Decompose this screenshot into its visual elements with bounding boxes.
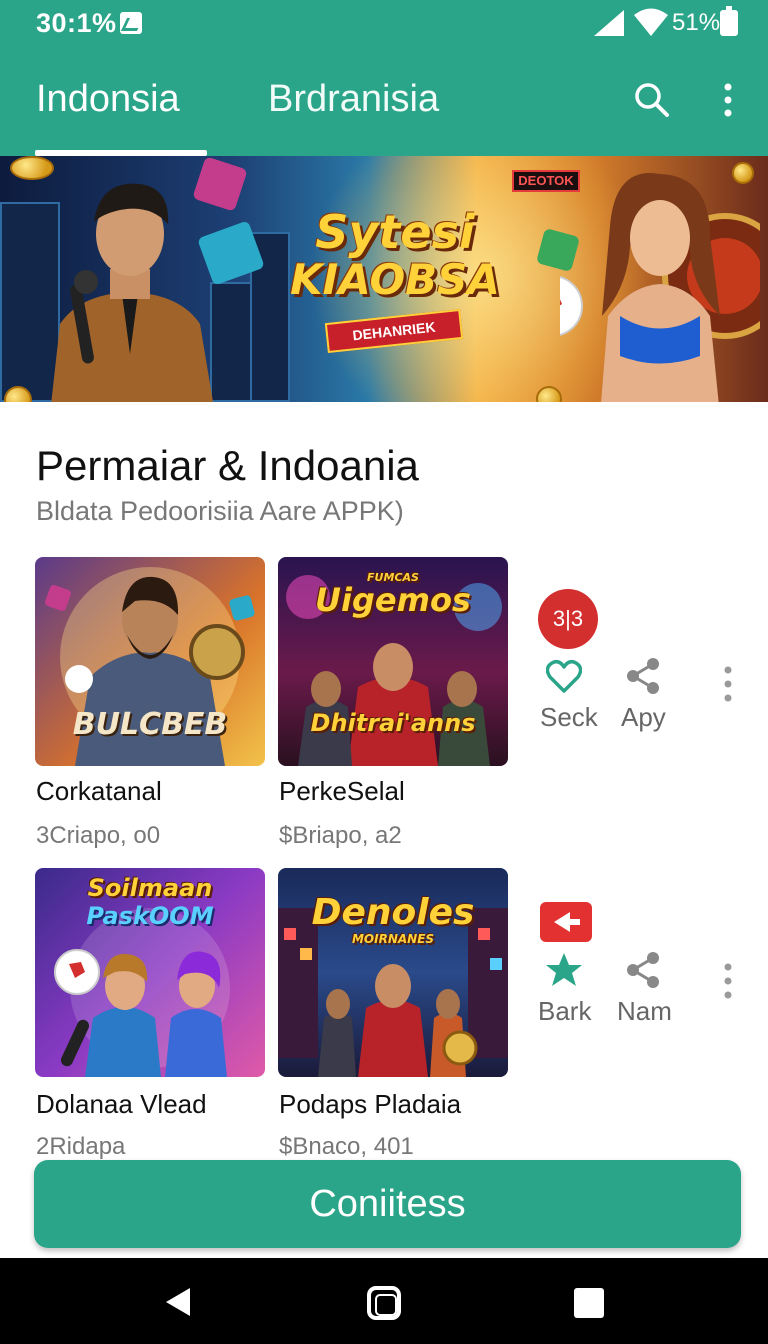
battery-percentage: 51% [672,9,721,36]
game-card-thumbnail[interactable]: FUMCAS Uigemos Dhitrai'anns [278,557,508,766]
like-label: Seck [540,702,598,732]
card-art-text-bottom: PaskOOM [86,902,214,930]
bookmark-label: Bark [538,996,592,1026]
megaphone-icon [554,912,580,932]
more-options-icon[interactable] [718,82,738,118]
banner-title: Sytesi KIAOBSA [270,208,520,304]
heart-icon[interactable] [546,660,582,694]
card-art-text: BULCBEB [72,707,228,742]
star-icon[interactable] [544,952,584,988]
status-bar: 30:1% 51% [0,0,768,48]
battery-icon [720,6,738,36]
card-art-caption: MOIRNANES [351,932,435,946]
item-more-icon[interactable] [723,666,733,702]
section-title: Permaiar & Indoania [36,442,419,489]
tab-brdranisia[interactable]: Brdranisia [268,78,439,121]
card-title[interactable]: Dolanaa Vlead [36,1089,207,1120]
share-icon[interactable] [626,952,660,988]
share-label: Nam [617,996,672,1026]
banner-title-line2: KIAOBSA [290,255,500,304]
game-card-thumbnail[interactable]: Denoles MOIRNANES [278,868,508,1077]
card-title[interactable]: PerkeSelal [279,776,405,807]
share-label: Apy [621,702,666,732]
back-icon[interactable] [166,1287,192,1317]
card-art-text-top: Uigemos [315,581,471,619]
image-notification-icon [120,12,142,34]
banner-title-line1: Sytesi [315,205,475,259]
signal-icon [594,10,624,36]
card-title[interactable]: Podaps Pladaia [279,1089,461,1120]
section-subtitle: Bldata Pedoorisiia Aare APPK) [36,496,404,526]
card-meta: $Briapo, a2 [279,822,402,849]
card-meta: $Bnaco, 401 [279,1133,414,1160]
card-meta: 2Ridapa [36,1133,126,1160]
app-badge-icon[interactable]: 3|3 [538,589,598,649]
app-badge-icon[interactable] [540,902,592,942]
status-time: 30:1% [36,8,117,38]
card-art-text-bottom: Dhitrai'anns [310,709,476,737]
hero-woman-illustration [560,173,760,402]
continue-button[interactable]: Coniitess [34,1160,741,1248]
tab-indonsia[interactable]: Indonsia [36,78,180,121]
home-icon[interactable] [367,1286,401,1320]
app-bar: 30:1% 51% Indonsia Brdranisia [0,0,768,156]
card-meta: 3Criapo, o0 [36,822,161,849]
promo-banner[interactable]: Sytesi KIAOBSA DEHANRIEK DEOTOK [0,156,768,402]
share-icon[interactable] [626,658,660,694]
search-icon[interactable] [634,82,670,118]
banner-badge: DEOTOK [512,170,580,192]
card-art-text: Denoles [311,892,475,933]
wifi-icon [634,8,668,36]
hero-man-illustration [51,183,213,402]
card-title[interactable]: Corkatanal [36,776,162,807]
game-card-thumbnail[interactable]: Soilmaan PaskOOM [35,868,265,1077]
system-navigation-bar [0,1258,768,1344]
item-more-icon[interactable] [723,963,733,999]
game-card-thumbnail[interactable]: BULCBEB [35,557,265,766]
recents-icon[interactable] [574,1288,604,1318]
card-art-text-top: Soilmaan [87,874,213,902]
